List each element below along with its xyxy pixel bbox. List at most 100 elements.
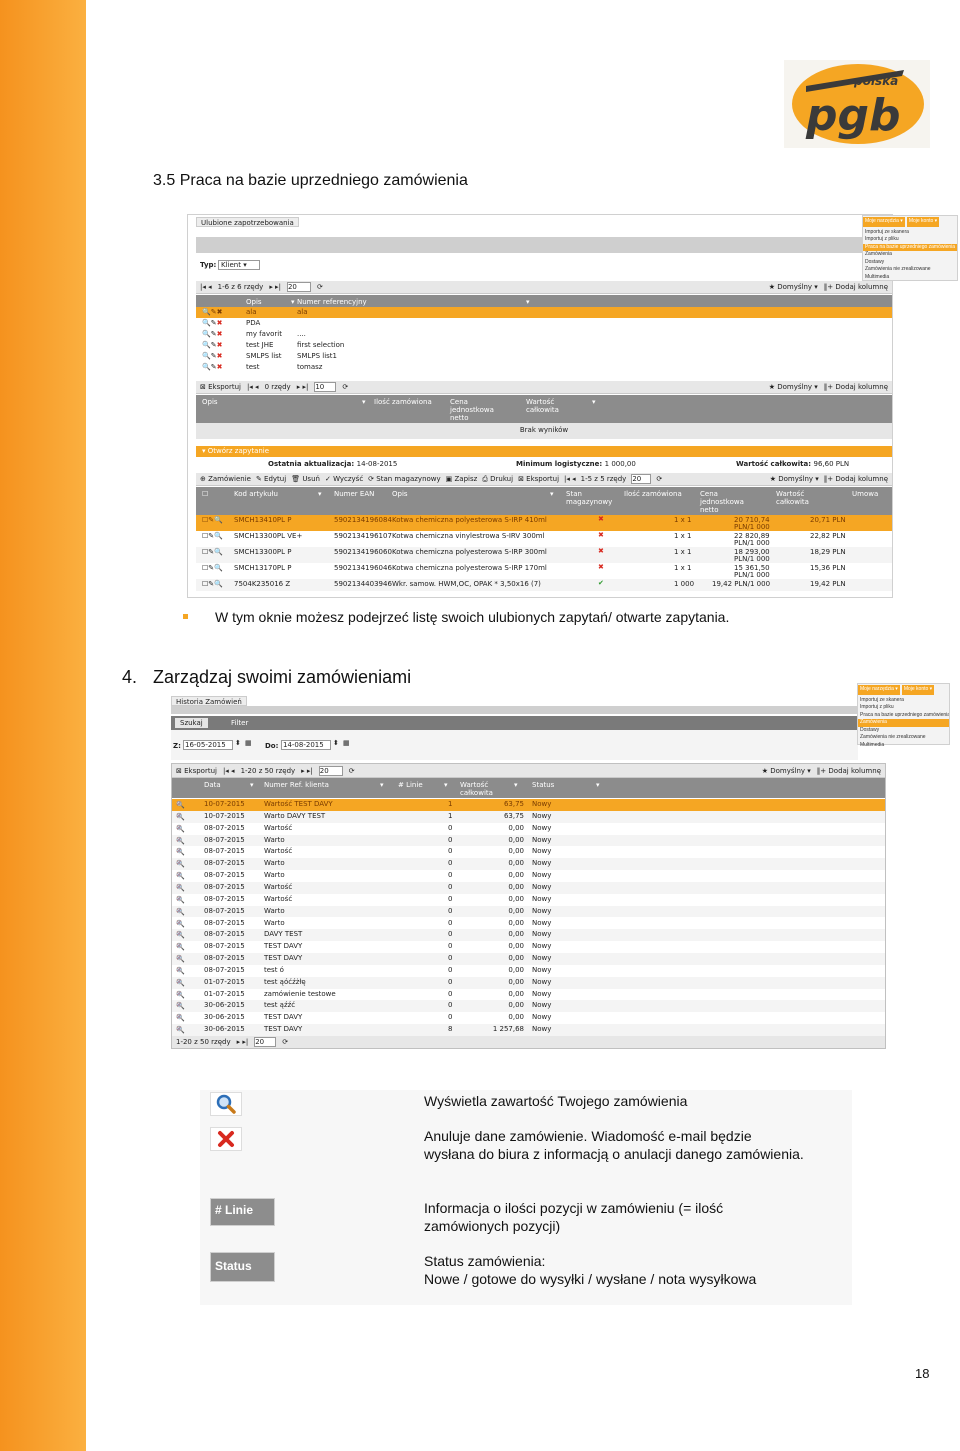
tab-history[interactable]: Historia Zamówień bbox=[171, 696, 247, 706]
type-select[interactable]: Klient ▾ bbox=[218, 260, 260, 270]
table-row[interactable]: 🔍 ✖ 30-06-2015 TEST DAVY 8 1 257,68 Nowy bbox=[172, 1024, 885, 1036]
export-button[interactable]: ⊠ Eksportuj bbox=[200, 383, 241, 391]
view-icon[interactable]: 🔍 bbox=[176, 931, 185, 939]
table-row[interactable]: 🔍 ✖ 08-07-2015 Warto 0 0,00 Nowy bbox=[172, 870, 885, 882]
table-row[interactable]: 🔍 ✖ 08-07-2015 Wartość 0 0,00 Nowy bbox=[172, 846, 885, 858]
view-icon[interactable]: 🔍 bbox=[176, 1002, 185, 1010]
pager-next-icon[interactable]: ▸ ▸| bbox=[237, 1038, 249, 1046]
col-code[interactable]: Kod artykułu bbox=[234, 490, 278, 498]
table-row[interactable]: 🔍 ✖ 08-07-2015 Warto 0 0,00 Nowy bbox=[172, 918, 885, 930]
table-row[interactable]: 🔍 ✖ 08-07-2015 TEST DAVY 0 0,00 Nowy bbox=[172, 953, 885, 965]
col-unit-price[interactable]: Cena jednostkowa netto bbox=[700, 490, 746, 514]
table-row[interactable]: 🔍 ✖ 08-07-2015 Wartość 0 0,00 Nowy bbox=[172, 894, 885, 906]
stock-button[interactable]: ⟳ Stan magazynowy bbox=[368, 475, 440, 483]
menu-item[interactable]: Multimedia bbox=[863, 274, 957, 282]
table-row[interactable]: 🔍 ✖ 10-07-2015 Warto DAVY TEST 1 63,75 Nowy bbox=[172, 810, 885, 823]
col-desc[interactable]: Opis bbox=[392, 490, 408, 498]
menu-item[interactable]: Praca na bazie uprzedniego zamówienia bbox=[858, 712, 949, 720]
table-row[interactable]: 🔍 ✖ 08-07-2015 Warto 0 0,00 Nowy bbox=[172, 834, 885, 847]
col-opis[interactable]: Opis bbox=[246, 298, 262, 306]
view-icon[interactable]: 🔍 bbox=[176, 920, 185, 928]
view-icon[interactable]: 🔍 bbox=[176, 1014, 185, 1022]
col-qty[interactable]: Ilość zamówiona bbox=[374, 398, 432, 406]
view-icon[interactable]: 🔍 bbox=[176, 837, 185, 845]
delete-button[interactable]: 🗑 Usuń bbox=[291, 475, 320, 483]
pager-first-icon[interactable]: |◂ ◂ bbox=[200, 283, 212, 291]
col-qty[interactable]: Ilość zamówiona bbox=[624, 490, 682, 498]
view-icon[interactable]: 🔍 bbox=[176, 967, 185, 975]
menu-item[interactable]: Zamówienia bbox=[858, 719, 949, 727]
detail-page-size[interactable]: 10 bbox=[314, 382, 337, 392]
view-icon[interactable]: 🔍 bbox=[176, 813, 185, 821]
table-row[interactable]: 🔍 ✖ 01-07-2015 test ąóćźżłę 0 0,00 Nowy bbox=[172, 976, 885, 989]
view-icon[interactable]: 🔍 bbox=[176, 872, 185, 880]
my-tools-chip[interactable]: Moje narzędzia ▾ bbox=[858, 685, 900, 695]
table-row[interactable]: 🔍 ✖ 30-06-2015 test ąźźć 0 0,00 Nowy bbox=[172, 1000, 885, 1013]
table-row[interactable]: 🔍 ✖ 08-07-2015 Wartość 0 0,00 Nowy bbox=[172, 881, 885, 894]
table-row[interactable]: 🔍✎✖ ala ala bbox=[196, 307, 892, 318]
open-request-bar[interactable]: ▾ Otwórz zapytanie bbox=[196, 446, 892, 457]
order-button[interactable]: ⊕ Zamówienie bbox=[200, 475, 251, 483]
calendar-icon[interactable]: ▦ bbox=[343, 739, 350, 747]
fav-default-view[interactable]: ★ Domyślny ▾ bbox=[769, 283, 818, 291]
col-contract[interactable]: Umowa bbox=[852, 490, 878, 498]
save-button[interactable]: ▣ Zapisz bbox=[446, 475, 478, 483]
table-row[interactable]: 🔍✎✖ test JHE first selection bbox=[196, 340, 892, 351]
view-icon[interactable]: 🔍 bbox=[176, 991, 185, 999]
table-row[interactable]: ☐✎🔍 SMCH13300PL VE+ 5902134196107 Kotwa che… bbox=[196, 531, 892, 547]
request-page-size[interactable]: 20 bbox=[631, 474, 652, 484]
refresh-icon[interactable]: ⟳ bbox=[342, 383, 348, 391]
edit-button[interactable]: ✎ Edytuj bbox=[256, 475, 286, 483]
clear-button[interactable]: ✓ Wyczyść bbox=[325, 475, 363, 483]
view-icon[interactable]: 🔍 bbox=[176, 979, 185, 987]
view-icon[interactable]: 🔍 bbox=[176, 908, 185, 916]
refresh-icon[interactable]: ⟳ bbox=[656, 475, 662, 483]
menu-item[interactable]: Dostawy bbox=[863, 259, 957, 267]
table-row[interactable]: 🔍 ✖ 30-06-2015 TEST DAVY 0 0,00 Nowy bbox=[172, 1012, 885, 1024]
select-all-checkbox[interactable]: ☐ bbox=[202, 490, 208, 498]
refresh-icon[interactable]: ⟳ bbox=[282, 1038, 288, 1046]
table-row[interactable]: 🔍 ✖ 08-07-2015 test ó 0 0,00 Nowy bbox=[172, 965, 885, 977]
pager-first-icon[interactable]: |◂ ◂ bbox=[564, 475, 576, 483]
search-tab[interactable]: Szukaj bbox=[175, 718, 208, 728]
filter-tab[interactable]: Filter bbox=[231, 719, 248, 727]
table-row[interactable]: 🔍 ✖ 10-07-2015 Wartość TEST DAVY 1 63,75 Nowy bbox=[172, 799, 885, 811]
history-add-column[interactable]: ‖+ Dodaj kolumnę bbox=[817, 767, 881, 775]
history-default-view[interactable]: ★ Domyślny ▾ bbox=[762, 767, 811, 775]
pager-next-icon[interactable]: ▸ ▸| bbox=[297, 383, 309, 391]
view-icon[interactable]: 🔍 bbox=[176, 860, 185, 868]
request-add-column[interactable]: ‖+ Dodaj kolumnę bbox=[824, 475, 888, 483]
table-row[interactable]: ☐✎🔍 SMCH13170PL P 5902134196046 Kotwa chemi… bbox=[196, 563, 892, 579]
col-total[interactable]: Wartość całkowita bbox=[460, 781, 504, 797]
table-row[interactable]: 🔍 ✖ 08-07-2015 DAVY TEST 0 0,00 Nowy bbox=[172, 929, 885, 942]
table-row[interactable]: 🔍 ✖ 08-07-2015 Wartość 0 0,00 Nowy bbox=[172, 823, 885, 835]
from-date-input[interactable]: 16-05-2015 bbox=[183, 740, 233, 750]
menu-item[interactable]: Zamówienia nie zrealizowane bbox=[863, 266, 957, 274]
table-row[interactable]: 🔍 ✖ 08-07-2015 Warto 0 0,00 Nowy bbox=[172, 905, 885, 918]
export-button[interactable]: ⊠ Eksportuj bbox=[518, 475, 559, 483]
col-ean[interactable]: Numer EAN bbox=[334, 490, 374, 498]
calendar-icon[interactable]: ▦ bbox=[245, 739, 252, 747]
table-row[interactable]: ☐✎🔍 7504K235016 Z 5902134403946 Wkr. samow.… bbox=[196, 579, 892, 591]
menu-item[interactable]: Importuj z pliku bbox=[858, 704, 949, 712]
col-stock[interactable]: Stan magazynowy bbox=[566, 490, 612, 506]
col-ref[interactable]: Numer Ref. klienta bbox=[264, 781, 329, 789]
col-ref-number[interactable]: Numer referencyjny bbox=[297, 298, 367, 306]
table-row[interactable]: 🔍✎✖ test tomasz bbox=[196, 362, 892, 373]
table-row[interactable]: ☐✎🔍 SMCH13300PL P 5902134196060 Kotwa chemi… bbox=[196, 547, 892, 563]
pager-first-icon[interactable]: |◂ ◂ bbox=[223, 767, 235, 775]
table-row[interactable]: ☐✎🔍 SMCH13410PL P 5902134196084 Kotwa chemi… bbox=[196, 515, 892, 531]
menu-item[interactable]: Zamówienia bbox=[863, 251, 957, 259]
menu-item[interactable]: Importuj ze skanera bbox=[858, 697, 949, 705]
to-date-input[interactable]: 14-08-2015 bbox=[281, 740, 331, 750]
table-row[interactable]: 🔍✎✖ SMLPS list SMLPS list1 bbox=[196, 351, 892, 362]
menu-item[interactable]: Praca na bazie uprzedniego zamówienia bbox=[863, 243, 957, 251]
menu-item[interactable]: Dostawy bbox=[858, 727, 949, 735]
tab-favorites[interactable]: Ulubione zapotrzebowania bbox=[196, 217, 299, 227]
view-icon[interactable]: 🔍 bbox=[176, 825, 185, 833]
history-page-size[interactable]: 20 bbox=[318, 765, 343, 776]
pager-next-icon[interactable]: ▸ ▸| bbox=[269, 283, 281, 291]
refresh-icon[interactable]: ⟳ bbox=[349, 767, 355, 775]
col-status[interactable]: Status bbox=[532, 781, 554, 789]
col-total[interactable]: Wartość całkowita bbox=[776, 490, 816, 506]
